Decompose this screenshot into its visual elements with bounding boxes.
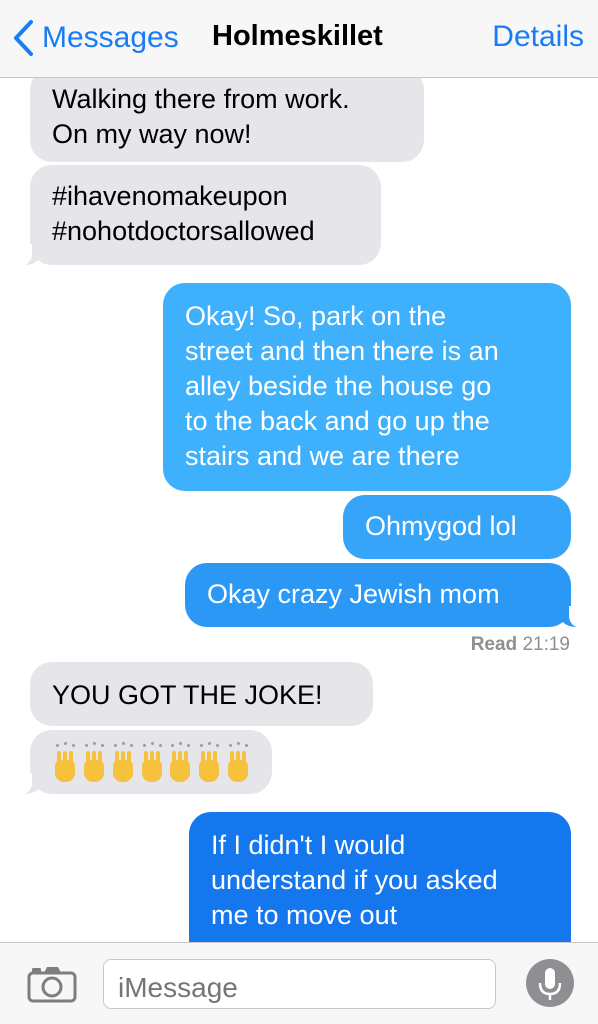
message-bubble-incoming[interactable]: YOU GOT THE JOKE! — [30, 662, 373, 726]
navigation-bar: Messages Holmeskillet Details — [0, 0, 598, 78]
message-text: #ihavenomakeupon — [52, 181, 288, 211]
message-text: stairs and we are there — [185, 441, 460, 471]
message-bubble-outgoing[interactable]: Ohmygod lol — [343, 495, 571, 559]
back-button-label: Messages — [42, 21, 179, 54]
message-text: Okay! So, park on the — [185, 301, 447, 331]
raising-hands-icon — [52, 742, 77, 782]
message-text: street and then there is an — [185, 336, 499, 366]
message-text: YOU GOT THE JOKE! — [52, 680, 323, 710]
message-text: Okay crazy Jewish mom — [207, 579, 500, 609]
message-bubble-outgoing[interactable]: If I didn't I would understand if you as… — [189, 812, 571, 942]
read-receipt-label: Read — [470, 634, 518, 655]
camera-icon — [27, 967, 77, 1003]
microphone-icon — [538, 968, 562, 1000]
message-text: alley beside the house go — [185, 371, 492, 401]
message-thread[interactable]: Walking there from work. On my way now! … — [0, 0, 598, 942]
raising-hands-icon — [225, 742, 250, 782]
message-bubble-outgoing[interactable]: Okay crazy Jewish mom — [185, 563, 587, 628]
raising-hands-icon — [196, 742, 221, 782]
microphone-button[interactable] — [526, 959, 574, 1007]
details-button[interactable]: Details — [492, 20, 584, 54]
message-text: On my way now! — [52, 119, 252, 149]
message-input[interactable] — [103, 959, 496, 1009]
raising-hands-icon — [139, 742, 164, 782]
back-button[interactable]: Messages — [12, 18, 179, 58]
message-text: Walking there from work. — [52, 84, 350, 114]
conversation-title: Holmeskillet — [212, 20, 383, 52]
raising-hands-icon — [110, 742, 135, 782]
message-bubble-outgoing[interactable]: Okay! So, park on the street and then th… — [163, 283, 571, 491]
compose-bar — [0, 942, 598, 1024]
message-text: Ohmygod lol — [365, 511, 517, 541]
read-receipt-time: 21:19 — [522, 634, 570, 655]
message-text: If I didn't I would — [211, 830, 406, 860]
message-bubble-incoming[interactable]: #ihavenomakeupon #nohotdoctorsallowed — [14, 165, 381, 266]
raising-hands-icon — [81, 742, 106, 782]
message-text: me to move out — [211, 900, 398, 930]
message-bubble-incoming[interactable]: Walking there from work. On my way now! — [30, 68, 424, 162]
message-bubble-incoming[interactable] — [14, 730, 272, 795]
message-text: #nohotdoctorsallowed — [52, 216, 315, 246]
read-receipt: Read 21:19 — [471, 634, 570, 656]
chevron-left-icon — [14, 20, 33, 56]
camera-button[interactable] — [27, 965, 77, 1008]
message-text: understand if you asked — [211, 865, 498, 895]
raising-hands-icon — [167, 742, 192, 782]
raising-hands-emoji-row — [52, 742, 250, 782]
message-text: to the back and go up the — [185, 406, 490, 436]
